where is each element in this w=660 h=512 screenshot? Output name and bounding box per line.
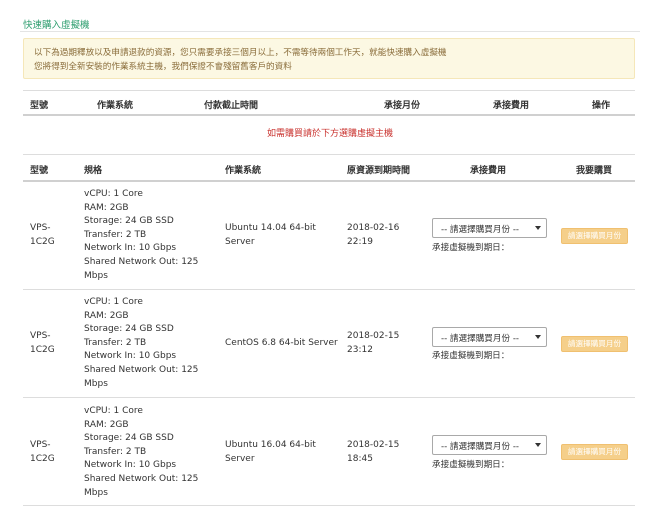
spec-line: RAM: 2GB (84, 419, 129, 430)
expire-date: 2018-02-15 (347, 440, 400, 450)
spec-line: Transfer: 2 TB (84, 229, 147, 240)
expire-time: 22:19 (347, 236, 373, 247)
vm-header-fee: 承接費用 (470, 166, 507, 176)
due-date-label: 承接虛擬機到期日： (432, 243, 510, 253)
month-select[interactable]: -- 請選擇購買月份 -- (432, 435, 547, 455)
chevron-down-icon (535, 335, 541, 339)
expire-time: 23:12 (347, 344, 373, 355)
pending-header-divider-top (23, 90, 635, 91)
month-select[interactable]: -- 請選擇購買月份 -- (432, 218, 547, 238)
spec-line: Network In: 10 Gbps (84, 460, 177, 471)
model-line: 1C2G (30, 453, 55, 464)
spec-line: Shared Network Out: 125 (84, 256, 199, 267)
buy-button[interactable]: 請選擇購買月份 (561, 228, 628, 244)
os-line: Server (225, 236, 255, 247)
page-title: 快速購入虛擬機 (23, 20, 90, 31)
row-spec: vCPU: 1 Core RAM: 2GB Storage: 24 GB SSD… (84, 405, 198, 500)
spec-line: Mbps (84, 487, 108, 498)
chevron-down-icon (535, 443, 541, 447)
row-spec: vCPU: 1 Core RAM: 2GB Storage: 24 GB SSD… (84, 296, 198, 391)
alert-line-1: 以下為過期釋放以及申請退款的資源，您只需要承接三個月以上，不需等待兩個工作天，就… (34, 48, 447, 58)
row-spec: vCPU: 1 Core RAM: 2GB Storage: 24 GB SSD… (84, 188, 198, 283)
month-select[interactable]: -- 請選擇購買月份 -- (432, 327, 547, 347)
row-divider (23, 505, 635, 506)
month-select-value: -- 請選擇購買月份 -- (441, 334, 520, 344)
spec-line: Shared Network Out: 125 (84, 364, 199, 375)
row-os: CentOS 6.8 64-bit Server (225, 337, 338, 351)
title-divider (20, 31, 640, 32)
model-line: VPS- (30, 440, 51, 450)
vm-header-expire: 原資源到期時間 (347, 166, 411, 176)
pending-header-month: 承接月份 (384, 101, 421, 111)
spec-line: Transfer: 2 TB (84, 337, 147, 348)
vm-header-model: 型號 (30, 166, 49, 176)
spec-line: Network In: 10 Gbps (84, 351, 177, 362)
spec-line: vCPU: 1 Core (84, 406, 143, 416)
spec-line: RAM: 2GB (84, 202, 129, 213)
month-select-value: -- 請選擇購買月份 -- (441, 442, 520, 452)
os-line: Ubuntu 16.04 64-bit (225, 440, 316, 450)
spec-line: Mbps (84, 270, 108, 281)
row-divider (23, 397, 635, 398)
row-expire: 2018-02-15 18:45 (347, 439, 399, 466)
row-os: Ubuntu 16.04 64-bit Server (225, 439, 316, 466)
spec-line: Storage: 24 GB SSD (84, 433, 174, 444)
row-model: VPS- 1C2G (30, 222, 55, 249)
spec-line: vCPU: 1 Core (84, 297, 143, 307)
expire-date: 2018-02-15 (347, 331, 400, 341)
pending-header-fee: 承接費用 (493, 101, 530, 111)
row-model: VPS- 1C2G (30, 439, 55, 466)
vm-header-divider (23, 180, 635, 182)
alert-line-2: 您將得到全新安裝的作業系統主機，我們保證不會殘留舊客戶的資料 (34, 62, 292, 72)
buy-button[interactable]: 請選擇購買月份 (561, 444, 628, 460)
model-line: VPS- (30, 223, 51, 233)
empty-notice: 如需購買請於下方選購虛擬主機 (266, 129, 393, 139)
spec-line: vCPU: 1 Core (84, 189, 143, 199)
row-model: VPS- 1C2G (30, 330, 55, 357)
row-os: Ubuntu 14.04 64-bit Server (225, 222, 316, 249)
os-line: Server (225, 453, 255, 464)
due-date-label: 承接虛擬機到期日： (432, 351, 510, 361)
row-divider (23, 289, 635, 290)
spec-line: RAM: 2GB (84, 310, 129, 321)
spec-line: Storage: 24 GB SSD (84, 324, 174, 335)
model-line: 1C2G (30, 344, 55, 355)
spec-line: Shared Network Out: 125 (84, 473, 199, 484)
vm-header-spec: 規格 (84, 166, 103, 176)
os-line: CentOS 6.8 64-bit Server (225, 338, 338, 348)
os-line: Ubuntu 14.04 64-bit (225, 223, 316, 233)
row-expire: 2018-02-15 23:12 (347, 330, 399, 357)
model-line: VPS- (30, 331, 51, 341)
expire-time: 18:45 (347, 453, 373, 464)
spec-line: Storage: 24 GB SSD (84, 216, 174, 227)
pending-header-model: 型號 (30, 101, 49, 111)
chevron-down-icon (535, 226, 541, 230)
pending-header-action: 操作 (592, 101, 611, 111)
info-alert: 以下為過期釋放以及申請退款的資源，您只需要承接三個月以上，不需等待兩個工作天，就… (23, 38, 635, 79)
model-line: 1C2G (30, 236, 55, 247)
due-date-label: 承接虛擬機到期日： (432, 460, 510, 470)
spec-line: Mbps (84, 378, 108, 389)
pending-header-deadline: 付款截止時間 (204, 101, 259, 111)
pending-header-divider (23, 114, 635, 116)
expire-date: 2018-02-16 (347, 223, 400, 233)
pending-header-os: 作業系統 (97, 101, 134, 111)
month-select-value: -- 請選擇購買月份 -- (441, 225, 520, 235)
vm-header-buy: 我要購買 (576, 166, 613, 176)
spec-line: Network In: 10 Gbps (84, 243, 177, 254)
spec-line: Transfer: 2 TB (84, 446, 147, 457)
vm-header-os: 作業系統 (225, 166, 262, 176)
vm-header-divider-top (23, 154, 635, 155)
row-expire: 2018-02-16 22:19 (347, 222, 399, 249)
buy-button[interactable]: 請選擇購買月份 (561, 336, 628, 352)
